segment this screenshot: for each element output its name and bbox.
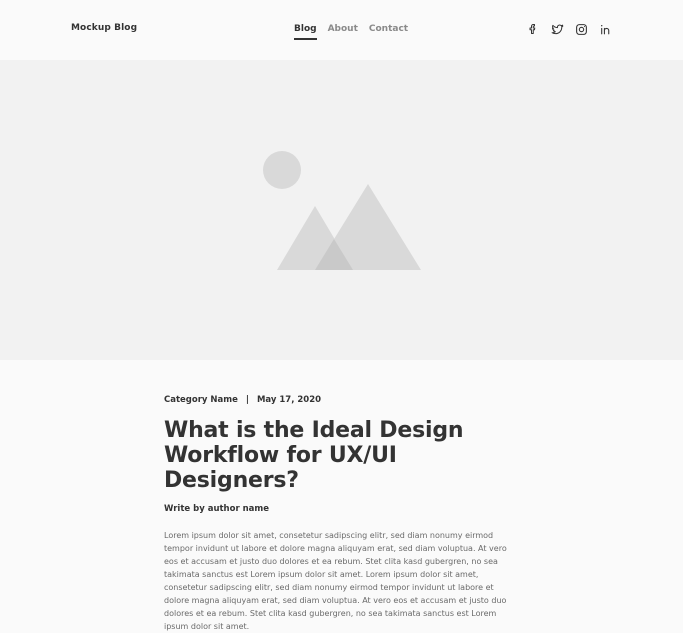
linkedin-icon[interactable] bbox=[598, 22, 612, 36]
article-body: Lorem ipsum dolor sit amet, consetetur s… bbox=[164, 531, 507, 631]
article: Category Name | May 17, 2020 What is the… bbox=[164, 395, 524, 633]
placeholder-sun bbox=[263, 151, 301, 189]
nav-contact[interactable]: Contact bbox=[369, 24, 408, 40]
hero-image bbox=[0, 60, 683, 360]
meta-separator: | bbox=[245, 395, 249, 405]
nav-blog[interactable]: Blog bbox=[294, 24, 317, 40]
social-links bbox=[526, 22, 622, 36]
main-nav: Blog About Contact bbox=[294, 24, 419, 40]
nav-about[interactable]: About bbox=[328, 24, 358, 40]
site-header: Mockup Blog Blog About Contact bbox=[0, 0, 683, 60]
twitter-icon[interactable] bbox=[550, 22, 564, 36]
article-meta: Category Name | May 17, 2020 bbox=[164, 395, 524, 409]
article-date: May 17, 2020 bbox=[256, 395, 322, 405]
article-author: Write by author name bbox=[164, 504, 270, 514]
instagram-icon[interactable] bbox=[574, 22, 588, 36]
image-placeholder-icon bbox=[263, 151, 421, 270]
facebook-icon[interactable] bbox=[526, 22, 540, 36]
article-title: What is the Ideal Design Workflow for UX… bbox=[164, 418, 464, 493]
site-brand[interactable]: Mockup Blog bbox=[71, 23, 137, 33]
article-category[interactable]: Category Name bbox=[164, 395, 238, 405]
